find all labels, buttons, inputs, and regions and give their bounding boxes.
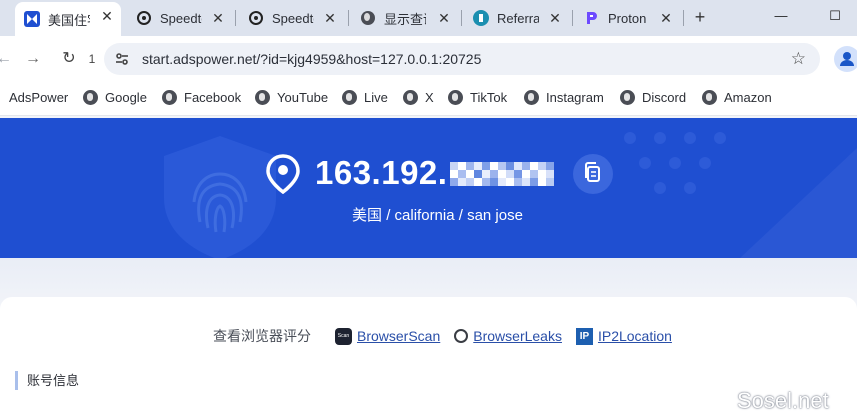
browser-score-label: 查看浏览器评分 bbox=[213, 328, 311, 344]
main-card: 查看浏览器评分 Scan BrowserScan BrowserLeaks IP… bbox=[0, 297, 857, 420]
reload-badge: 1 bbox=[88, 52, 96, 66]
browserscan-link-text[interactable]: BrowserScan bbox=[357, 328, 440, 344]
bookmarks-bar: AdsPower Google Facebook YouTube Live X … bbox=[0, 82, 857, 116]
close-tab-button[interactable]: ✕ bbox=[322, 10, 338, 26]
bookmark-live[interactable]: Live bbox=[342, 90, 388, 105]
close-tab-button[interactable]: ✕ bbox=[547, 10, 563, 26]
browserscan-icon: Scan bbox=[335, 327, 352, 345]
tab-title: Proton bbox=[608, 10, 647, 26]
copy-ip-button[interactable] bbox=[573, 154, 613, 194]
bookmark-amazon[interactable]: Amazon bbox=[702, 90, 772, 105]
globe-icon bbox=[255, 90, 270, 105]
tab-speedtest-2[interactable]: Speedtest ✕ bbox=[238, 4, 344, 32]
bookmark-facebook[interactable]: Facebook bbox=[162, 90, 241, 105]
new-tab-button[interactable]: + bbox=[690, 7, 710, 27]
close-tab-button[interactable]: ✕ bbox=[99, 8, 115, 24]
ip-location: 美国 / california / san jose bbox=[352, 207, 523, 224]
tab-divider bbox=[683, 10, 684, 26]
tab-speedtest-1[interactable]: Speedtest ✕ bbox=[126, 4, 232, 32]
ip2location-icon: IP bbox=[575, 327, 593, 345]
site-settings-icon[interactable] bbox=[114, 51, 130, 67]
globe-icon bbox=[162, 90, 177, 105]
maximize-button[interactable]: ☐ bbox=[827, 8, 843, 24]
tab-title: Speedtest bbox=[160, 10, 202, 26]
globe-icon bbox=[83, 90, 98, 105]
tab-title: 显示查询 bbox=[384, 11, 426, 27]
globe-icon bbox=[448, 90, 463, 105]
bookmark-instagram[interactable]: Instagram bbox=[524, 90, 604, 105]
tab-scroll-left[interactable] bbox=[0, 8, 10, 28]
tab-divider bbox=[348, 10, 349, 26]
dot-pattern-decoration bbox=[624, 132, 857, 258]
tab-display-query[interactable]: 显示查询 ✕ bbox=[350, 4, 458, 32]
reload-button[interactable]: ↻ bbox=[59, 49, 79, 69]
bookmark-star-icon[interactable]: ☆ bbox=[791, 49, 806, 69]
bookmark-tiktok[interactable]: TikTok bbox=[448, 90, 507, 105]
browserleaks-icon bbox=[454, 329, 469, 343]
close-tab-button[interactable]: ✕ bbox=[210, 10, 226, 26]
omnibox[interactable]: start.adspower.net/?id=kjg4959&host=127.… bbox=[104, 43, 820, 75]
watermark: Sosel.net bbox=[737, 388, 829, 413]
browserleaks-link[interactable]: BrowserLeaks bbox=[454, 328, 562, 344]
close-tab-button[interactable]: ✕ bbox=[436, 10, 452, 26]
proton-icon bbox=[584, 10, 600, 26]
globe-icon bbox=[702, 90, 717, 105]
forward-button[interactable]: → bbox=[23, 49, 43, 69]
tab-divider bbox=[572, 10, 573, 26]
speedtest-icon bbox=[136, 10, 152, 26]
globe-icon bbox=[403, 90, 418, 105]
bookmark-discord[interactable]: Discord bbox=[620, 90, 686, 105]
ip-hero-banner: 163.192. 美国 / california / san jose bbox=[0, 118, 857, 258]
bookmark-adspower[interactable]: AdsPower bbox=[9, 90, 68, 105]
redacted-ip-mosaic bbox=[450, 162, 554, 186]
ip2location-link-text[interactable]: IP2Location bbox=[598, 328, 672, 344]
browserscan-link[interactable]: Scan BrowserScan bbox=[335, 327, 440, 345]
address-row: ← → ↻ 1 start.adspower.net/?id=kjg4959&h… bbox=[0, 36, 857, 82]
account-info-heading: 账号信息 bbox=[15, 371, 79, 390]
speedtest-icon bbox=[248, 10, 264, 26]
bookmark-youtube[interactable]: YouTube bbox=[255, 90, 328, 105]
tab-proton[interactable]: Proton ✕ bbox=[574, 4, 680, 32]
globe-icon bbox=[360, 10, 376, 26]
close-tab-button[interactable]: ✕ bbox=[658, 10, 674, 26]
location-pin-icon bbox=[266, 154, 300, 194]
tab-adspower[interactable]: 美国住宅 ✕ bbox=[15, 2, 121, 36]
ip-address: 163.192. bbox=[315, 154, 448, 191]
globe-icon bbox=[342, 90, 357, 105]
referral-icon bbox=[473, 10, 489, 26]
profile-avatar[interactable] bbox=[834, 46, 857, 72]
ip2location-link[interactable]: IP IP2Location bbox=[575, 327, 672, 345]
bookmark-google[interactable]: Google bbox=[83, 90, 147, 105]
fingerprint-shield-icon bbox=[164, 136, 276, 258]
tab-title: 美国住宅 bbox=[48, 12, 90, 28]
tab-title: Speedtest bbox=[272, 10, 314, 26]
minimize-button[interactable]: — bbox=[773, 8, 789, 24]
url-text[interactable]: start.adspower.net/?id=kjg4959&host=127.… bbox=[142, 51, 481, 67]
adspower-icon bbox=[24, 11, 40, 27]
globe-icon bbox=[524, 90, 539, 105]
back-button[interactable]: ← bbox=[0, 49, 14, 69]
tab-divider bbox=[235, 10, 236, 26]
browser-score-row: 查看浏览器评分 Scan BrowserScan BrowserLeaks IP… bbox=[213, 326, 672, 346]
tab-divider bbox=[461, 10, 462, 26]
copy-icon bbox=[585, 162, 600, 182]
bookmark-x[interactable]: X bbox=[403, 90, 434, 105]
browserleaks-link-text[interactable]: BrowserLeaks bbox=[473, 328, 562, 344]
globe-icon bbox=[620, 90, 635, 105]
tab-title: Referral bbox=[497, 10, 539, 26]
tab-referral[interactable]: Referral ✕ bbox=[463, 4, 569, 32]
tab-strip: 美国住宅 ✕ Speedtest ✕ Speedtest ✕ 显示查询 ✕ Re… bbox=[0, 0, 857, 36]
